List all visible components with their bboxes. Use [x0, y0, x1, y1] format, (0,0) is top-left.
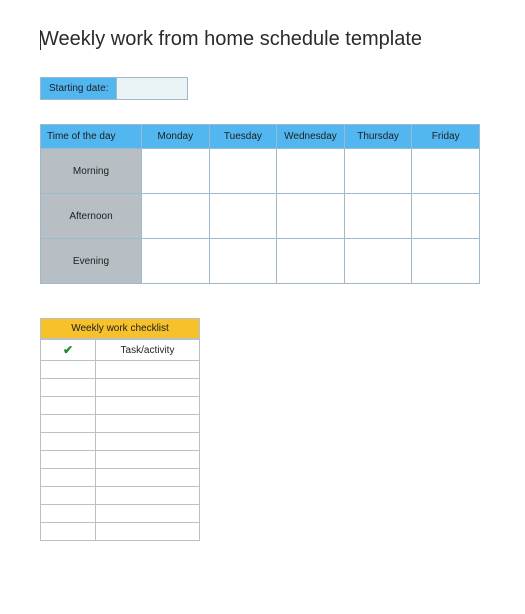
- schedule-cell[interactable]: [142, 239, 210, 284]
- checklist-done-cell[interactable]: [41, 523, 96, 541]
- checklist-row: [41, 379, 200, 397]
- checklist-done-cell[interactable]: [41, 505, 96, 523]
- checklist-task-cell[interactable]: [96, 523, 200, 541]
- schedule-cell[interactable]: [209, 194, 277, 239]
- checklist-table: ✔ Task/activity: [40, 339, 200, 541]
- starting-date-row: Starting date:: [40, 77, 485, 100]
- schedule-cell[interactable]: [142, 194, 210, 239]
- checklist-task-cell[interactable]: [96, 415, 200, 433]
- checklist-task-cell[interactable]: [96, 361, 200, 379]
- page-title: Weekly work from home schedule template: [40, 28, 485, 51]
- checklist-task-cell[interactable]: [96, 451, 200, 469]
- schedule-cell[interactable]: [344, 149, 412, 194]
- schedule-day-header: Monday: [142, 125, 210, 149]
- schedule-cell[interactable]: [209, 239, 277, 284]
- checklist-done-cell[interactable]: [41, 451, 96, 469]
- schedule-time-label: Morning: [41, 149, 142, 194]
- checklist-task-cell[interactable]: [96, 505, 200, 523]
- schedule-cell[interactable]: [412, 194, 480, 239]
- schedule-row: Afternoon: [41, 194, 480, 239]
- schedule-cell[interactable]: [344, 239, 412, 284]
- checklist-task-cell[interactable]: [96, 487, 200, 505]
- checklist-done-cell[interactable]: [41, 433, 96, 451]
- schedule-time-label: Evening: [41, 239, 142, 284]
- checklist-title: Weekly work checklist: [40, 318, 200, 339]
- schedule-row: Evening: [41, 239, 480, 284]
- checklist-row: [41, 415, 200, 433]
- checklist-task-header: Task/activity: [96, 340, 200, 361]
- checklist-row: [41, 487, 200, 505]
- checklist-task-cell[interactable]: [96, 397, 200, 415]
- schedule-cell[interactable]: [277, 194, 345, 239]
- schedule-row: Morning: [41, 149, 480, 194]
- schedule-table: Time of the day Monday Tuesday Wednesday…: [40, 124, 480, 284]
- checklist-row: [41, 505, 200, 523]
- checklist-task-cell[interactable]: [96, 469, 200, 487]
- schedule-cell[interactable]: [209, 149, 277, 194]
- schedule-cell[interactable]: [277, 149, 345, 194]
- schedule-day-header: Wednesday: [277, 125, 345, 149]
- checklist-done-cell[interactable]: [41, 487, 96, 505]
- checklist-check-header: ✔: [41, 340, 96, 361]
- checklist-done-cell[interactable]: [41, 415, 96, 433]
- checklist-row: [41, 361, 200, 379]
- checklist-done-cell[interactable]: [41, 361, 96, 379]
- schedule-cell[interactable]: [344, 194, 412, 239]
- schedule-day-header: Friday: [412, 125, 480, 149]
- schedule-day-header: Thursday: [344, 125, 412, 149]
- schedule-time-label: Afternoon: [41, 194, 142, 239]
- schedule-time-header: Time of the day: [41, 125, 142, 149]
- schedule-cell[interactable]: [412, 239, 480, 284]
- schedule-cell[interactable]: [412, 149, 480, 194]
- schedule-day-header: Tuesday: [209, 125, 277, 149]
- checklist-done-cell[interactable]: [41, 397, 96, 415]
- checklist-row: [41, 451, 200, 469]
- schedule-cell[interactable]: [142, 149, 210, 194]
- checklist-task-cell[interactable]: [96, 433, 200, 451]
- schedule-cell[interactable]: [277, 239, 345, 284]
- checklist-row: [41, 433, 200, 451]
- checklist-row: [41, 397, 200, 415]
- checklist-row: [41, 523, 200, 541]
- checklist-done-cell[interactable]: [41, 379, 96, 397]
- check-icon: ✔: [63, 343, 73, 357]
- checklist-task-cell[interactable]: [96, 379, 200, 397]
- starting-date-input[interactable]: [117, 77, 188, 100]
- starting-date-label: Starting date:: [40, 77, 117, 100]
- checklist-row: [41, 469, 200, 487]
- checklist-done-cell[interactable]: [41, 469, 96, 487]
